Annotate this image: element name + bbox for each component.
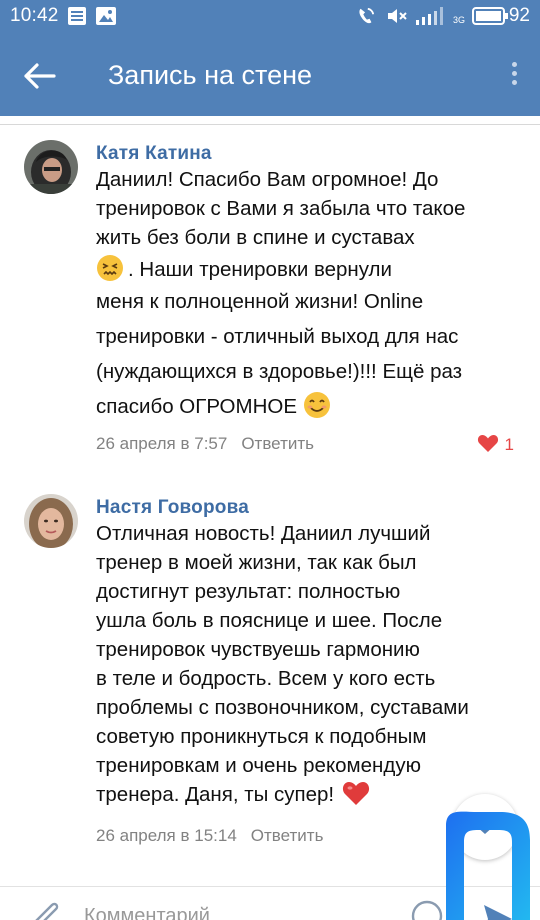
- gallery-icon: [96, 7, 116, 25]
- comment-meta: 26 апреля в 7:57 Ответить: [96, 434, 314, 454]
- comment-text: Даниил! Спасибо Вам огромное! До трениро…: [96, 168, 526, 430]
- red-heart-emoji-icon: [343, 781, 370, 805]
- more-options-icon[interactable]: [506, 58, 522, 94]
- no-call-icon: [359, 7, 375, 24]
- comment-text-line: достигнут результат: полностью: [96, 580, 401, 603]
- comment-meta: 26 апреля в 15:14 Ответить: [96, 826, 323, 846]
- comment-text-line: меня к полноценной жизни! Online: [96, 290, 424, 313]
- battery-percent: 92: [508, 5, 530, 26]
- app-header: Запись на стене: [0, 34, 540, 116]
- comment-text-line: тренировок чувствуешь гармонию: [96, 638, 420, 661]
- comment-text-line: тренер в моей жизни, так как был: [96, 551, 417, 574]
- heart-icon: [477, 435, 498, 452]
- divider: [0, 124, 540, 125]
- comment-date: 26 апреля в 7:57: [96, 434, 228, 453]
- back-arrow-icon[interactable]: [18, 56, 60, 96]
- brand-logo-icon: [446, 811, 530, 920]
- comment-text-line: Отличная новость! Даниил лучший: [96, 522, 431, 545]
- comment-input[interactable]: Комментарий: [84, 905, 210, 920]
- signal-icon: [416, 7, 443, 25]
- like-count: 1: [504, 435, 514, 454]
- comment-text-fragment: . Наши тренировки вернули: [128, 258, 392, 281]
- attach-icon[interactable]: [30, 899, 60, 920]
- comment-text-line: Даниил! Спасибо Вам огромное! До: [96, 168, 439, 191]
- comment-text-line: проблемы с позвоночником, суставами: [96, 696, 469, 719]
- comment-text-line: советую проникнуться к подобным: [96, 725, 427, 748]
- reply-button[interactable]: Ответить: [241, 434, 314, 453]
- comment-text: Отличная новость! Даниил лучший тренер в…: [96, 522, 526, 812]
- comment-text-line: жить без боли в спине и суставах: [96, 226, 415, 249]
- status-time: 10:42: [10, 5, 59, 26]
- persevering-face-emoji-icon: [97, 254, 123, 281]
- battery-icon: [472, 7, 508, 25]
- comment-date: 26 апреля в 15:14: [96, 826, 237, 845]
- comment-text-line: в теле и бодрость. Всем у кого есть: [96, 667, 436, 690]
- comment-text-fragment: тренера. Даня, ты супер!: [96, 783, 335, 806]
- comment-text-line: тренировки - отличный выход для нас: [96, 325, 459, 348]
- comment-text-line: (нуждающихся в здоровье!)!!! Ещё раз: [96, 360, 463, 383]
- reply-button[interactable]: Ответить: [251, 826, 324, 845]
- comment-author[interactable]: Настя Говорова: [96, 497, 249, 519]
- like-button[interactable]: 1: [477, 434, 514, 455]
- page-title: Запись на стене: [108, 60, 313, 90]
- network-type-label: 3G: [453, 15, 466, 25]
- comment-text-line: ушла боль в пояснице и шее. После: [96, 609, 443, 632]
- mute-icon: [388, 9, 407, 23]
- status-bar: 10:42 3G 92: [0, 0, 540, 34]
- smiling-face-emoji-icon: [304, 392, 331, 419]
- comment-text-line: тренировкам и очень рекомендую: [96, 754, 421, 777]
- comment-text-line-with-emoji: . Наши тренировки вернули: [96, 254, 526, 290]
- comment-text-fragment: спасибо ОГРОМНОЕ: [96, 395, 298, 418]
- comment-text-line: тренировок с Вами я забыла что такое: [96, 197, 466, 220]
- comment-text-line-with-emoji: спасибо ОГРОМНОЕ: [96, 392, 526, 430]
- comment-author[interactable]: Катя Катина: [96, 143, 212, 165]
- notification-list-icon: [68, 7, 86, 25]
- avatar[interactable]: [24, 494, 78, 548]
- avatar[interactable]: [24, 140, 78, 194]
